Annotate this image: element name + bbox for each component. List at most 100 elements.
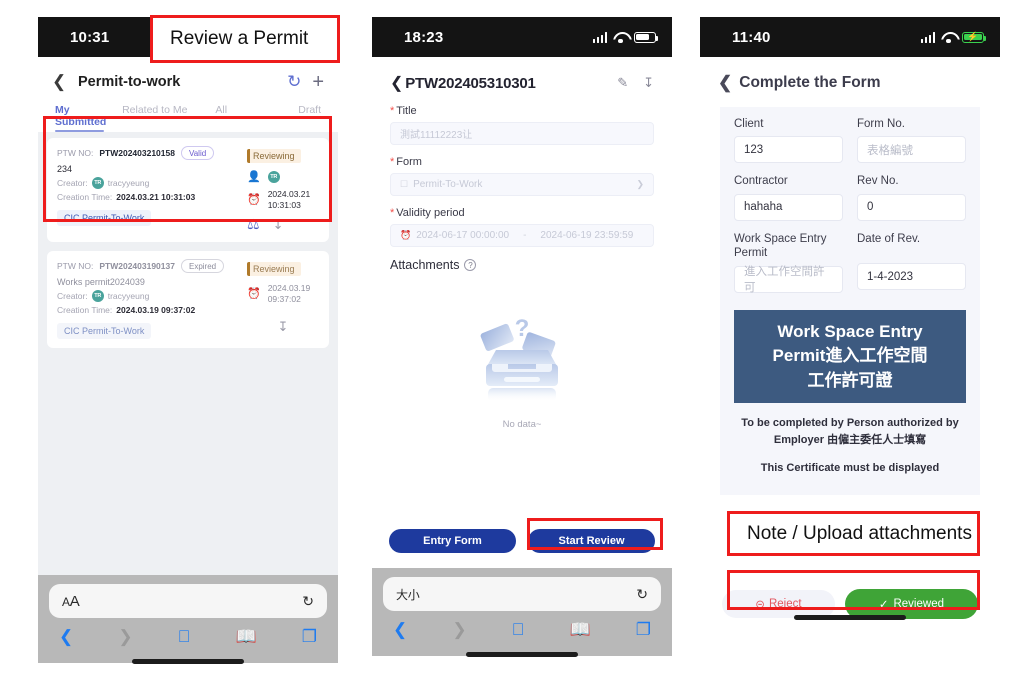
review-status-badge: Reviewing	[247, 262, 301, 277]
annotation-box-start-review	[527, 518, 663, 550]
empty-state-text: No data~	[502, 419, 542, 430]
download-icon[interactable]: ↧	[643, 75, 654, 91]
ptw-no-label: PTW NO:	[57, 261, 94, 272]
form-row: Work Space Entry Permit 進入工作空間許可 Date of…	[734, 232, 966, 304]
creator-name: tracyyeung	[107, 291, 150, 302]
creator-row: Creator: TR tracyyeung	[57, 290, 241, 303]
signal-icon	[592, 31, 607, 43]
permit-description: Works permit2024039	[57, 277, 145, 288]
creation-time-row: Creation Time: 2024.03.19 09:37:02	[57, 305, 241, 315]
form-no-input[interactable]: 表格編號	[857, 136, 966, 164]
certificate-paragraph-1: To be completed by Person authorized by …	[741, 417, 959, 446]
form-icon: ☐	[400, 179, 409, 189]
status-badge: Expired	[180, 259, 225, 274]
chevron-down-icon: ❯	[636, 179, 644, 189]
detail-title: ❮ PTW202405310301	[390, 75, 536, 92]
home-indicator	[466, 652, 578, 657]
required-asterisk: *	[390, 207, 395, 219]
required-asterisk: *	[390, 156, 395, 168]
tabs-icon[interactable]: ❐	[636, 620, 651, 640]
contractor-input[interactable]: hahaha	[734, 193, 843, 221]
page-title: Complete the Form	[739, 74, 881, 91]
work-space-entry-permit-label: Work Space Entry Permit	[734, 232, 827, 260]
date-of-rev-input[interactable]: 1-4-2023	[857, 263, 966, 291]
question-circle-icon[interactable]: ?	[464, 259, 477, 271]
permit-card[interactable]: PTW NO: PTW202403190137 Expired Works pe…	[47, 251, 329, 349]
book-icon[interactable]: 📖	[235, 627, 256, 647]
share-icon[interactable]: 	[178, 627, 191, 647]
validity-start: 2024-06-17 00:00:00	[416, 230, 510, 241]
safari-forward-icon[interactable]: ❯	[452, 620, 466, 640]
back-chevron-icon[interactable]: ❮	[718, 73, 732, 93]
share-icon[interactable]: 	[512, 620, 525, 640]
safari-address-bar[interactable]: 大小 ↻	[383, 577, 661, 611]
attachments-header: Attachments ?	[390, 258, 654, 272]
creation-time-value: 2024.03.19 09:37:02	[116, 304, 196, 315]
required-asterisk: *	[390, 105, 395, 117]
form-field-label: * Form	[390, 156, 422, 168]
book-icon[interactable]: 📖	[569, 620, 590, 640]
validity-end: 2024-06-19 23:59:59	[540, 230, 634, 241]
title-input[interactable]: 測試11112223让	[390, 122, 654, 145]
plus-icon[interactable]: +	[312, 72, 324, 92]
phone-1-permit-list: 10:31 ❮ Permit-to-work ↻ + My Submitted …	[38, 17, 338, 668]
phone2-navbar: ❮ PTW202405310301 ✎ ↧	[372, 57, 672, 93]
banner-line-1: Work Space Entry	[777, 321, 923, 341]
validity-daterange-input[interactable]: ⏰ 2024-06-17 00:00:00 - 2024-06-19 23:59…	[390, 224, 654, 247]
empty-state: ? No data~	[390, 306, 654, 430]
client-input[interactable]: 123	[734, 136, 843, 164]
annotation-note-upload-attachments: Note / Upload attachments	[727, 511, 980, 556]
download-icon[interactable]: ↧	[278, 319, 289, 335]
pencil-icon[interactable]: ✎	[617, 75, 628, 91]
rev-no-input[interactable]: 0	[857, 193, 966, 221]
attachments-label: Attachments	[390, 258, 460, 272]
signal-icon	[920, 31, 935, 43]
contractor-label: Contractor	[734, 175, 788, 188]
safari-forward-icon[interactable]: ❯	[118, 627, 132, 647]
creator-label: Creator:	[57, 291, 88, 302]
reload-icon[interactable]: ↻	[302, 593, 314, 610]
tabs-icon[interactable]: ❐	[302, 627, 317, 647]
battery-icon	[634, 31, 659, 43]
refresh-icon[interactable]: ↻	[287, 72, 301, 92]
home-indicator	[132, 659, 244, 664]
validity-field-label: * Validity period	[390, 207, 465, 219]
status-icons: ⚡	[920, 31, 987, 44]
certificate-paragraph-2: This Certificate must be displayed	[760, 462, 940, 475]
status-icons	[592, 31, 659, 44]
form-row: Client 123 Form No. 表格編號	[734, 117, 966, 174]
safari-address-bar[interactable]: AA ↻	[49, 584, 327, 618]
safari-back-icon[interactable]: ❮	[393, 620, 407, 640]
text-size-icon[interactable]: 大小	[396, 586, 420, 603]
safari-back-icon[interactable]: ❮	[59, 627, 73, 647]
status-clock: 11:40	[732, 28, 771, 46]
no-data-illustration-icon: ?	[480, 315, 558, 402]
banner-line-3: 工作許可證	[807, 370, 893, 390]
phone2-safari-bar: 大小 ↻ ❮ ❯  📖 ❐	[372, 568, 672, 657]
permit-form: * Title 測試11112223让 * Form ☐ Permit-To-Work…	[372, 93, 672, 430]
back-chevron-icon[interactable]: ❮	[390, 75, 403, 92]
range-separator: -	[523, 230, 527, 241]
battery-charging-icon: ⚡	[962, 31, 987, 43]
form-row: Contractor hahaha Rev No. 0	[734, 174, 966, 231]
clock-icon: ⏰	[247, 288, 261, 301]
certificate-banner: Work Space Entry Permit進入工作空間 工作許可證	[734, 309, 966, 404]
wifi-icon	[941, 32, 956, 44]
banner-line-2: Permit進入工作空間	[772, 346, 928, 366]
avatar: TR	[91, 290, 104, 303]
text-size-icon[interactable]: AA	[62, 593, 80, 610]
annotation-review-a-permit: Review a Permit	[150, 15, 340, 63]
status-clock: 18:23	[404, 28, 444, 46]
phone2-status-bar: 18:23	[372, 17, 672, 57]
status-clock: 10:31	[70, 28, 110, 46]
phone3-navbar: ❮ Complete the Form	[700, 57, 1000, 107]
back-chevron-icon[interactable]: ❮	[52, 72, 72, 92]
work-space-entry-permit-input[interactable]: 進入工作空間許可	[734, 265, 843, 294]
annotation-box-permit-card	[43, 116, 332, 222]
screenshot-canvas: 10:31 ❮ Permit-to-work ↻ + My Submitted …	[0, 0, 1013, 675]
wifi-icon	[613, 32, 628, 44]
form-select[interactable]: ☐ Permit-To-Work ❯	[390, 173, 654, 196]
reload-icon[interactable]: ↻	[636, 586, 648, 603]
entry-form-button[interactable]: Entry Form	[389, 529, 516, 553]
review-timestamp: 2024.03.19 09:37:02	[267, 283, 311, 304]
